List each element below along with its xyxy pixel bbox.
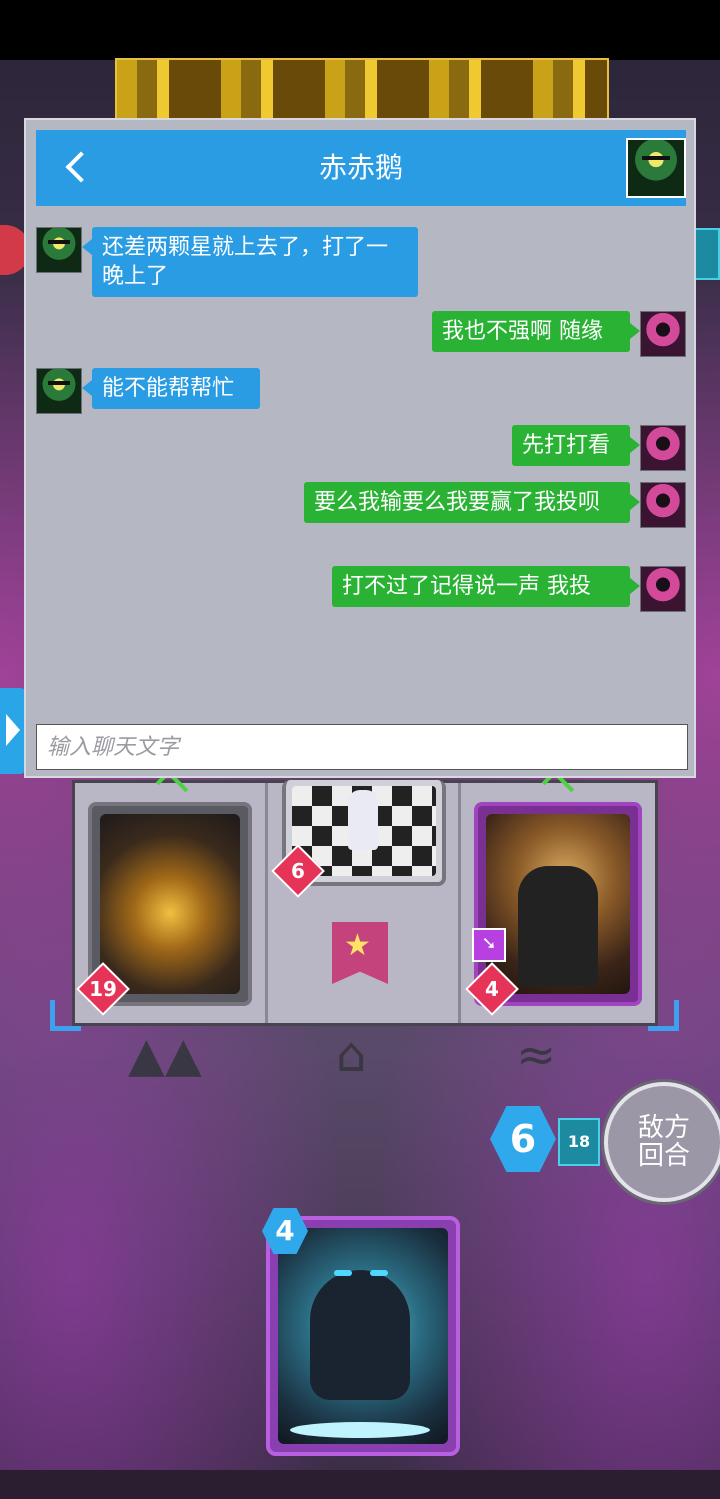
deck-counter[interactable]: 18 (558, 1118, 600, 1166)
eye-glow (370, 1270, 388, 1276)
opponent-avatar[interactable] (626, 138, 686, 198)
enemy-deck-indicator (694, 228, 720, 280)
avatar (640, 311, 686, 357)
chat-title: 赤赤鹅 (318, 151, 403, 184)
chat-panel: 赤赤鹅 还差两颗星就上去了，打了一晚上了 我也不强啊 随缘 能不能帮帮忙 先打打… (24, 118, 696, 778)
robot-figure (310, 1270, 410, 1400)
back-button[interactable] (56, 148, 96, 188)
message-bubble-incoming: 还差两颗星就上去了，打了一晚上了 (82, 227, 418, 297)
message-bubble-incoming: 能不能帮帮忙 (82, 368, 260, 409)
avatar (36, 368, 82, 414)
avatar (36, 227, 82, 273)
status-bar (0, 0, 720, 60)
chat-input[interactable] (36, 724, 688, 770)
end-turn-label: 敌方回合 (637, 1113, 690, 1171)
avatar (640, 566, 686, 612)
card-art (100, 814, 240, 994)
base-glow (290, 1422, 430, 1438)
lane-corner-right (648, 1000, 679, 1031)
ongoing-effect-icon: ➘ (472, 928, 506, 962)
message-bubble-outgoing: 打不过了记得说一声 我投 (332, 566, 640, 607)
eye-glow (334, 1270, 352, 1276)
avatar (640, 482, 686, 528)
house-icon: ⌂ (336, 1027, 367, 1083)
message-bubble-outgoing: 要么我输要么我要赢了我投呗 (304, 482, 640, 523)
message-bubble-outgoing: 我也不强啊 随缘 (432, 311, 640, 352)
pawn-figure (348, 790, 378, 850)
star-icon: ★ (344, 928, 371, 963)
character-figure (518, 866, 598, 986)
message-bubble-outgoing: 先打打看 (512, 425, 640, 466)
side-expand-tab[interactable] (0, 688, 26, 774)
waves-icon: ≈ (516, 1027, 557, 1083)
lane-corner-left (50, 1000, 81, 1031)
mountain-icon: ▲▲ (128, 1027, 202, 1083)
nav-bar (0, 1470, 720, 1499)
avatar (640, 425, 686, 471)
end-turn-button[interactable]: 敌方回合 (604, 1082, 720, 1202)
chat-header: 赤赤鹅 (36, 130, 686, 206)
